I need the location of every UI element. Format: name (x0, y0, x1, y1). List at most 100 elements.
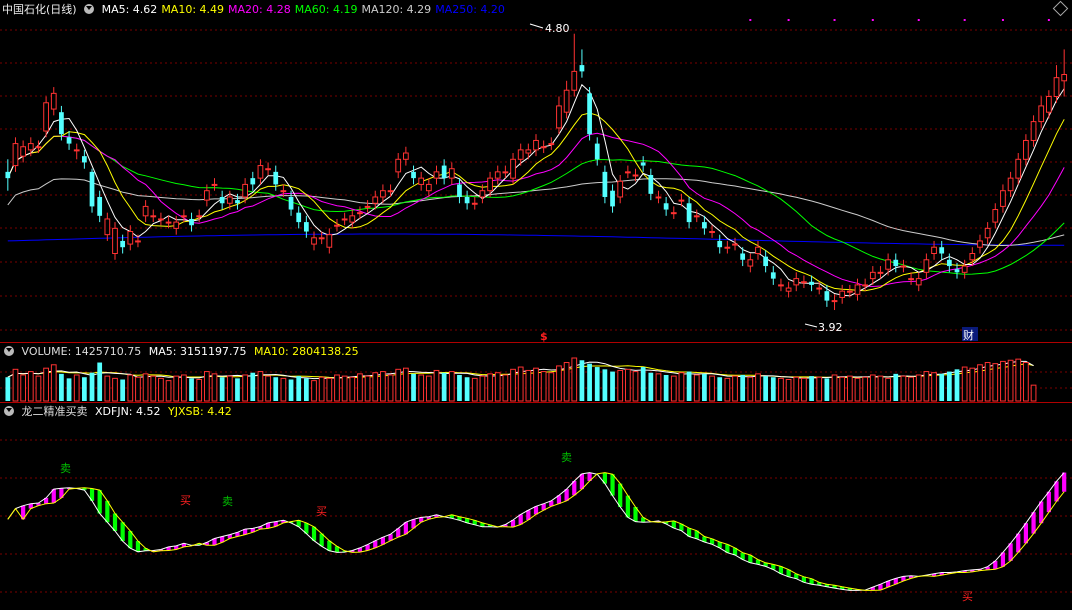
candlestick (425, 178, 432, 197)
indicator-panel-menu-icon[interactable] (4, 406, 14, 416)
buy-signal-1[interactable]: 买 (180, 494, 191, 507)
candle-body (717, 240, 723, 248)
candle-body (969, 253, 976, 261)
candlestick (288, 190, 294, 216)
low-price-label: 3.92 (818, 321, 843, 334)
volume-bar (27, 371, 34, 402)
volume-bar (717, 377, 723, 401)
volume-bar (1007, 359, 1014, 402)
low-arrow (804, 323, 818, 328)
volume-bar (273, 377, 279, 401)
volume-bar (939, 373, 945, 401)
ma-legend-item: MA250: 4.20 (435, 3, 505, 16)
candlestick (961, 259, 968, 279)
volume-bar (778, 377, 784, 402)
candle-body (66, 137, 72, 144)
candlestick (334, 218, 340, 232)
volume-bar (457, 374, 462, 401)
candlestick (770, 266, 776, 285)
volume-bar (448, 371, 455, 402)
candlestick (1045, 90, 1052, 119)
candlestick (831, 294, 838, 311)
sell-signal-3[interactable]: 卖 (561, 451, 572, 464)
volume-bar (877, 375, 884, 402)
candlestick (587, 87, 592, 141)
candle-body (89, 171, 95, 207)
volume-bar (487, 373, 493, 402)
candle-body (380, 190, 386, 198)
volume-bar (464, 377, 470, 401)
volume-bar (678, 372, 685, 402)
candlestick (387, 184, 394, 197)
volume-bar (341, 375, 348, 402)
candlestick (326, 228, 333, 254)
volume-bar (334, 374, 340, 402)
candlestick (487, 171, 493, 197)
volume-bar (402, 367, 409, 402)
candle-body (334, 224, 340, 227)
candle-body (158, 218, 164, 221)
candlestick (778, 278, 784, 292)
volume-bar (203, 371, 210, 402)
volume-bar (961, 366, 968, 402)
finance-marker[interactable]: 财 (963, 328, 974, 342)
candle-body (1045, 96, 1052, 113)
candle-body (280, 190, 287, 193)
high-price-label: 4.80 (545, 22, 570, 35)
volume-bar (640, 367, 646, 401)
candle-body (900, 265, 907, 268)
signal-dot (1047, 19, 1050, 21)
volume-bar (242, 374, 248, 402)
candlestick (1038, 96, 1045, 128)
candlestick (525, 143, 532, 160)
candlestick (219, 190, 225, 210)
candle-body (793, 278, 800, 286)
volume-bar (380, 371, 386, 402)
candlestick (89, 168, 95, 213)
volume-bar (196, 379, 203, 402)
candle-body (525, 149, 532, 154)
candle-body (203, 190, 210, 201)
candle-body (242, 183, 248, 198)
volume-bar (624, 368, 631, 402)
candle-body (778, 284, 784, 287)
volume-bar (104, 375, 111, 402)
volume-bar (288, 379, 294, 401)
candlestick (1023, 134, 1029, 166)
volume-bar (5, 377, 11, 401)
volume-bar (954, 369, 960, 401)
volume-bar (610, 371, 615, 401)
volume-bar (311, 380, 317, 402)
candlestick (571, 33, 578, 97)
candlestick (648, 168, 654, 201)
candle-body (150, 215, 157, 218)
candle-body (1023, 139, 1029, 160)
volume-bar (732, 375, 738, 402)
candle-body (824, 291, 830, 301)
candle-body (257, 165, 264, 179)
volume-bar (235, 378, 240, 401)
sell-signal-1[interactable]: 卖 (60, 462, 71, 475)
candle-body (1007, 177, 1014, 192)
volume-bar (923, 371, 930, 402)
candlestick (992, 203, 999, 229)
volume-bar (418, 374, 425, 402)
volume-value: VOLUME: 1425710.75 (21, 345, 142, 358)
kline-chart[interactable]: 4.80 3.92 $ 财 卖 买 卖 买 卖 买 (0, 0, 1072, 610)
volume-bar (663, 374, 669, 401)
candlestick (686, 196, 692, 229)
candlestick (257, 159, 264, 185)
candle-body (801, 281, 807, 284)
volume-bar (984, 362, 991, 402)
signal-dot (833, 19, 836, 21)
buy-signal-2[interactable]: 买 (316, 505, 327, 518)
buy-signal-3[interactable]: 买 (962, 590, 973, 603)
indicator-menu-icon[interactable] (84, 4, 95, 14)
sell-signal-2[interactable]: 卖 (222, 495, 233, 508)
volume-bar (533, 367, 539, 402)
candle-body (946, 259, 952, 267)
candle-body (372, 196, 379, 204)
volume-bars[interactable] (5, 357, 1037, 402)
candle-body (610, 190, 615, 207)
volume-menu-icon[interactable] (4, 346, 14, 356)
